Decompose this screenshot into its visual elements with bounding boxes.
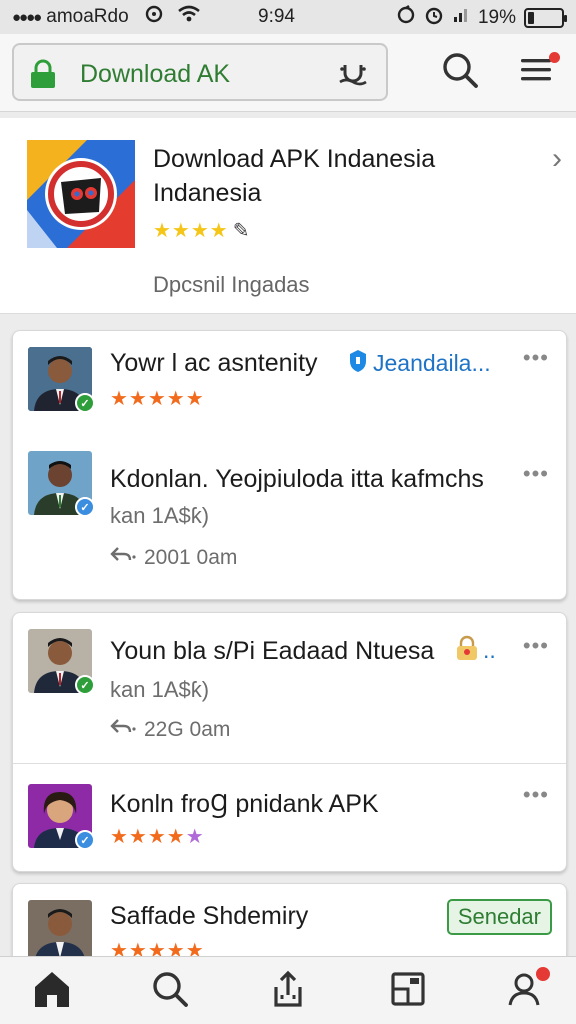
shield-icon [349,349,367,378]
home-icon [31,969,73,1014]
rating-stars: ★★★★ [110,826,186,848]
featured-app-title: Download APK Indanesia Indanesia [153,145,436,207]
alarm-clock-icon [424,5,444,31]
user-rating: ★★★★★ [110,388,205,410]
verified-check-icon: ✓ [75,830,95,850]
reply-time-group[interactable]: 2001 0am [110,545,237,570]
status-left: ●●●● amoaRdo [12,5,201,29]
post-time: 2001 0am [144,545,238,569]
nav-profile[interactable] [502,965,552,1013]
lock-icon [30,59,56,89]
nav-search[interactable] [148,969,192,1013]
list-item[interactable]: ✓ Youn bla s/Pi Eadaad Ntuesa .. kan 1A$… [13,613,566,763]
alarm-icon [145,5,163,29]
user-meta: kan 1A$ƙ) [110,503,210,528]
nav-home[interactable] [30,969,74,1013]
battery-icon [524,8,567,28]
reply-icon [110,717,136,742]
reader-mode-icon[interactable] [336,59,370,89]
send-button[interactable]: Senedar [446,899,552,935]
nav-share[interactable] [266,969,310,1013]
chevron-right-icon[interactable]: › [552,142,562,176]
post-card-1: ✓ Yowr l ac asntenity Jeandaila... ★★★★★… [12,330,567,600]
nav-downloads[interactable] [386,969,430,1013]
verified-check-icon: ✓ [75,497,95,517]
more-options-icon[interactable]: ••• [523,782,549,808]
rating-extra: ✎ [232,220,251,242]
user-meta: kan 1A$ƙ) [110,677,210,702]
downloads-box-icon [388,969,428,1014]
featured-rating: ★★★★ ✎ [153,218,250,243]
search-button[interactable] [438,50,482,94]
status-right: 19% [396,5,567,31]
address-bar-text: Download AK [80,60,231,88]
featured-app-card[interactable]: Download APK Indanesia Indanesia ★★★★ ✎ D… [0,118,576,314]
cell-signal-icon [452,6,470,30]
more-options-icon[interactable]: ••• [523,345,549,371]
app-logo-icon [27,140,135,248]
user-link[interactable]: Jeandaila... [373,350,491,377]
post-time: 22G 0am [144,717,231,741]
user-name: Saffade Shdemiry [110,902,309,930]
more-options-icon[interactable]: ••• [523,461,549,487]
user-name: Konln froꞬ pnidank APK [110,790,379,818]
search-icon [150,969,190,1014]
post-card-2: ✓ Youn bla s/Pi Eadaad Ntuesa .. kan 1A$… [12,612,567,872]
half-star-icon: ★ [185,826,205,848]
lock-badge-icon [455,635,479,666]
hamburger-menu-icon [519,55,553,90]
sync-icon [396,5,416,31]
carrier-name: amoaRdo [46,6,129,27]
notification-dot [534,965,552,983]
list-item[interactable]: ✓ Yowr l ac asntenity Jeandaila... ★★★★★… [13,331,566,441]
search-icon [440,50,480,95]
more-options-icon[interactable]: ••• [523,633,549,659]
featured-subtitle: Dpcsnil Ingadas [153,272,310,297]
user-rating: ★★★★★ [110,824,205,849]
rating-stars: ★★★★ [153,220,229,242]
share-upload-icon [268,969,308,1014]
user-name: Youn bla s/Pi Eadaad Ntuesa [110,637,435,665]
user-name: Kdonlan. Yeojpiuloda itta kafmchs [110,465,484,493]
signal-dots-icon: ●●●● [12,8,42,26]
reply-icon [110,545,136,570]
status-bar: ●●●● amoaRdo 9:94 19% [0,0,576,34]
list-item[interactable]: ✓ Kdonlan. Yeojpiuloda itta kafmchs kan … [13,441,566,599]
wifi-icon [177,5,201,29]
verified-check-icon: ✓ [75,675,95,695]
address-bar[interactable]: Download AK [12,43,388,101]
user-link-group[interactable]: .. [455,635,496,666]
user-name: Yowr l ac asntenity [110,349,318,377]
bottom-navigation [0,956,576,1024]
verified-check-icon: ✓ [75,393,95,413]
notification-dot [549,52,560,63]
menu-button[interactable] [514,50,560,94]
avatar [28,900,92,964]
reply-time-group[interactable]: 22G 0am [110,717,230,742]
top-app-bar: Download AK [0,34,576,112]
user-link-group[interactable]: Jeandaila... [349,349,491,378]
battery-percent: 19% [477,7,516,28]
user-link[interactable]: .. [483,637,496,664]
list-item[interactable]: ✓ Konln froꞬ pnidank APK ★★★★★ ••• [13,764,566,871]
battery-fill [528,12,535,24]
status-time: 9:94 [258,6,295,27]
